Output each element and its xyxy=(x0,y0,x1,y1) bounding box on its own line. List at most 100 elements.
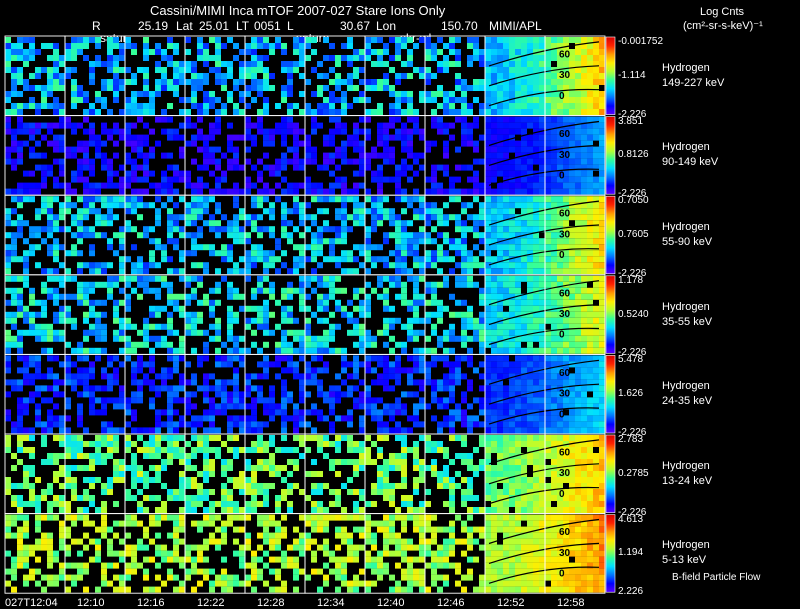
heatmap-cell xyxy=(557,182,563,189)
heatmap-cell xyxy=(197,385,203,392)
heatmap-cell xyxy=(467,214,473,221)
heatmap-cell xyxy=(191,134,197,141)
heatmap-cell xyxy=(395,164,401,171)
heatmap-cell xyxy=(533,403,539,410)
heatmap-cell xyxy=(437,37,443,43)
heatmap-cell xyxy=(263,134,269,141)
heatmap-cell xyxy=(53,97,59,103)
heatmap-cell xyxy=(29,465,35,471)
heatmap-cell xyxy=(389,367,395,374)
heatmap-cell xyxy=(167,373,173,380)
heatmap-cell xyxy=(35,73,41,79)
heatmap-cell xyxy=(11,109,17,115)
heatmap-cell xyxy=(227,91,233,97)
heatmap-cell xyxy=(203,262,209,269)
heatmap-cell xyxy=(599,471,605,477)
heatmap-cell xyxy=(227,250,233,257)
heatmap-cell xyxy=(515,226,521,233)
heatmap-cell xyxy=(17,415,23,422)
heatmap-cell xyxy=(335,262,341,269)
heatmap-cell xyxy=(221,459,227,465)
heatmap-cell xyxy=(455,220,461,227)
heatmap-cell xyxy=(521,226,527,233)
heatmap-cell xyxy=(71,361,77,368)
heatmap-cell xyxy=(143,287,149,294)
heatmap-cell xyxy=(185,208,191,215)
heatmap-cell xyxy=(305,256,311,263)
heatmap-cell xyxy=(593,471,599,477)
heatmap-cell xyxy=(383,176,389,183)
heatmap-cell xyxy=(119,275,125,282)
heatmap-cell xyxy=(125,134,131,141)
heatmap-cell xyxy=(131,122,137,129)
heatmap-cell xyxy=(125,435,131,441)
heatmap-cell xyxy=(347,311,353,318)
heatmap-cell xyxy=(137,232,143,239)
heatmap-cell xyxy=(89,134,95,141)
heatmap-cell xyxy=(275,158,281,165)
heatmap-cell xyxy=(71,170,77,177)
heatmap-cell xyxy=(137,329,143,336)
heatmap-cell xyxy=(599,477,605,483)
heatmap-cell xyxy=(407,61,413,67)
heatmap-cell xyxy=(599,134,605,141)
heatmap-cell xyxy=(437,182,443,189)
heatmap-cell xyxy=(575,335,581,342)
heatmap-cell xyxy=(599,299,605,306)
heatmap-cell xyxy=(227,158,233,165)
heatmap-cell xyxy=(443,275,449,282)
heatmap-cell xyxy=(245,391,251,398)
heatmap-cell xyxy=(197,37,203,43)
heatmap-cell xyxy=(89,262,95,269)
heatmap-cell xyxy=(569,355,575,362)
heatmap-cell xyxy=(539,361,545,368)
heatmap-cell xyxy=(365,299,371,306)
heatmap-cell xyxy=(455,373,461,380)
heatmap-cell xyxy=(71,43,77,49)
heatmap-cell xyxy=(509,447,515,453)
heatmap-cell xyxy=(185,182,191,189)
heatmap-cell xyxy=(539,495,545,501)
heatmap-cell xyxy=(539,373,545,380)
heatmap-cell xyxy=(491,311,497,318)
heatmap-cell xyxy=(479,188,485,195)
heatmap-cell xyxy=(497,122,503,129)
heatmap-cell xyxy=(299,256,305,263)
heatmap-cell xyxy=(329,91,335,97)
heatmap-cell xyxy=(353,268,359,275)
heatmap-cell xyxy=(527,459,533,465)
heatmap-cell xyxy=(293,244,299,251)
heatmap-cell xyxy=(377,471,383,477)
heatmap-cell xyxy=(341,55,347,61)
heatmap-cell xyxy=(11,501,17,507)
heatmap-cell xyxy=(11,299,17,306)
heatmap-cell xyxy=(101,347,107,354)
heatmap-cell xyxy=(317,355,323,362)
heatmap-cell xyxy=(83,37,89,43)
heatmap-cell xyxy=(587,275,593,282)
heatmap-cell xyxy=(47,91,53,97)
heatmap-cell xyxy=(245,116,251,123)
heatmap-cell xyxy=(503,244,509,251)
heatmap-cell xyxy=(47,385,53,392)
heatmap-cell xyxy=(137,164,143,171)
heatmap-cell xyxy=(161,483,167,489)
heatmap-cell xyxy=(155,61,161,67)
heatmap-cell xyxy=(53,244,59,251)
heatmap-cell xyxy=(275,409,281,416)
heatmap-cell xyxy=(185,220,191,227)
heatmap-cell xyxy=(113,214,119,221)
heatmap-cell xyxy=(377,244,383,251)
heatmap-cell xyxy=(527,188,533,195)
heatmap-cell xyxy=(203,441,209,447)
heatmap-cell xyxy=(347,409,353,416)
heatmap-cell xyxy=(233,134,239,141)
heatmap-cell xyxy=(347,55,353,61)
heatmap-cell xyxy=(203,140,209,147)
heatmap-cell xyxy=(137,471,143,477)
heatmap-cell xyxy=(65,441,71,447)
heatmap-cell xyxy=(47,355,53,362)
heatmap-cell xyxy=(233,453,239,459)
heatmap-cell xyxy=(41,152,47,159)
heatmap-cell xyxy=(509,287,515,294)
